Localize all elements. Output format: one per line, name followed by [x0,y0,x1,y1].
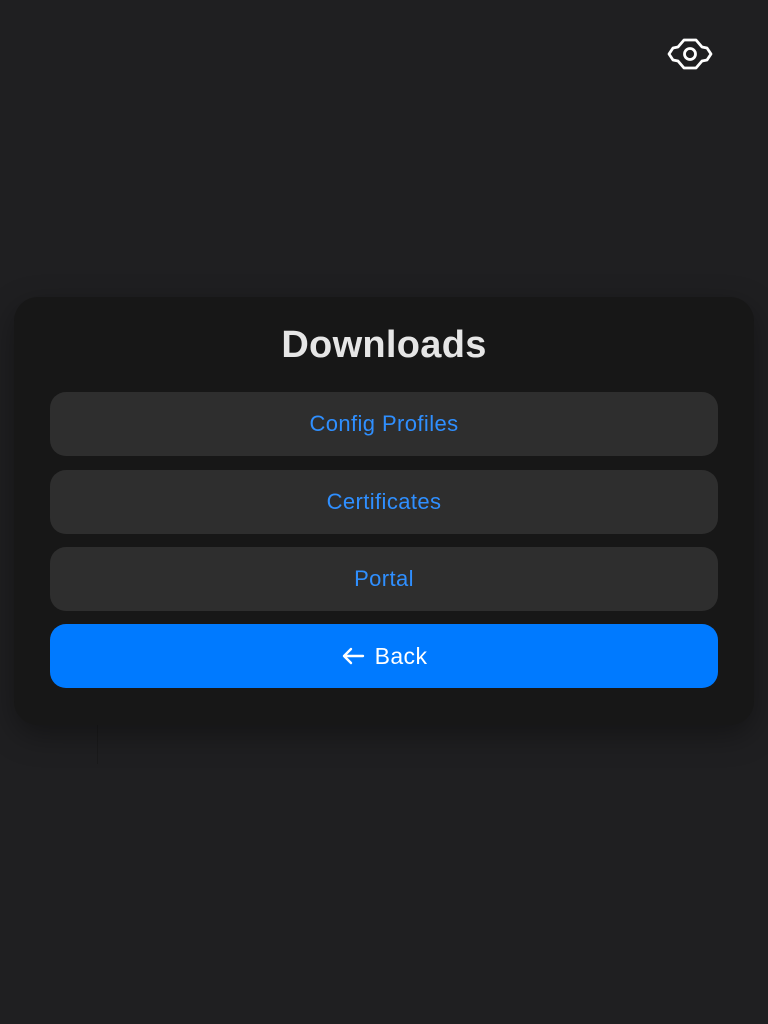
divider [97,720,98,764]
certificates-button[interactable]: Certificates [50,470,718,534]
config-profiles-button[interactable]: Config Profiles [50,392,718,456]
gear-icon [667,36,713,72]
settings-button[interactable] [662,30,718,78]
downloads-screen: Downloads Config Profiles Certificates P… [0,0,768,1024]
downloads-dialog: Downloads Config Profiles Certificates P… [14,297,754,725]
arrow-left-icon [341,647,365,665]
back-button[interactable]: Back [50,624,718,688]
portal-button[interactable]: Portal [50,547,718,611]
back-button-label: Back [374,642,428,669]
dialog-title: Downloads [281,324,487,366]
